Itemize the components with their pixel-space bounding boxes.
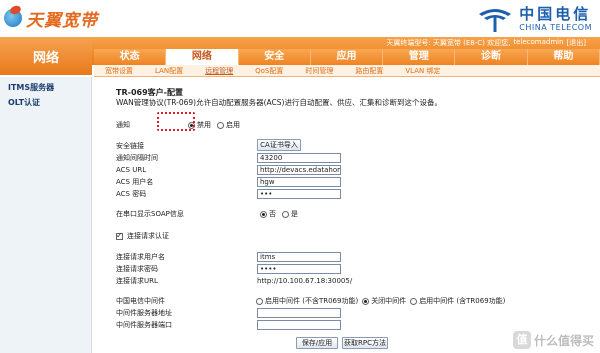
conn-pass-label: 连接请求密码 (116, 265, 158, 273)
mw-addr-label: 中间件服务器地址 (116, 309, 172, 317)
conn-auth-checkbox[interactable] (116, 231, 123, 240)
conn-url-value: http://10.100.67.18:30005/ (257, 277, 353, 285)
conn-url-row: 连接请求URL http://10.100.67.18:30005/ (116, 276, 352, 286)
acs-user-row: ACS 用户名 (116, 177, 256, 187)
mw-port-input[interactable] (257, 320, 341, 330)
subnav-qos[interactable]: QoS配置 (244, 65, 294, 77)
conn-pass-input[interactable]: •••• (257, 264, 341, 274)
watermark-badge: 值 (512, 331, 531, 349)
mw-addr-row: 中间件服务器地址 (116, 308, 256, 318)
subnav-remote-management[interactable]: 远程管理 (194, 65, 244, 77)
mw-port-label: 中间件服务器端口 (116, 321, 172, 329)
telecom-name-en: CHINA TELECOM (519, 22, 592, 32)
brand-logo-icon (4, 9, 22, 27)
subnav-routing[interactable]: 路由配置 (344, 65, 394, 77)
soap-yes-label: 是 (291, 210, 298, 218)
mw-enable-full-radio[interactable] (410, 297, 418, 305)
main-nav: 状态 网络 安全 应用 管理 诊断 帮助 (94, 49, 600, 65)
acs-pass-input[interactable]: ••• (257, 189, 341, 199)
nav-application[interactable]: 应用 (310, 49, 384, 65)
notify-disable-label: 禁用 (197, 121, 211, 129)
china-telecom-logo: 中国电信 CHINA TELECOM (475, 2, 592, 34)
interval-row: 通知间隔时间 (116, 153, 256, 163)
conn-pass-row: 连接请求密码 (116, 264, 256, 274)
telecom-name-cn: 中国电信 (519, 4, 592, 23)
watermark-text: 什么值得买 (533, 333, 594, 348)
mw-addr-input[interactable] (257, 308, 341, 318)
mw-port-row: 中间件服务器端口 (116, 320, 256, 330)
sub-nav: 宽带设置 LAN配置 远程管理 QoS配置 时间管理 路由配置 VLAN 绑定 (94, 65, 600, 77)
soap-no-radio[interactable] (260, 210, 267, 218)
page-description: WAN管理协议(TR-069)允许自动配置服务器(ACS)进行自动配置、供应、汇… (116, 98, 442, 107)
soap-yes-radio[interactable] (282, 210, 289, 218)
nav-status[interactable]: 状态 (94, 49, 167, 65)
acs-pass-label: ACS 密码 (116, 190, 147, 198)
conn-user-label: 连接请求用户名 (116, 253, 165, 261)
ca-import-button[interactable]: CA证书导入 (257, 139, 301, 151)
subnav-broadband[interactable]: 宽带设置 (94, 65, 144, 77)
get-rpc-methods-button[interactable]: 获取RPC方法 (342, 337, 388, 349)
acs-url-row: ACS URL (116, 165, 256, 175)
china-telecom-icon (475, 2, 515, 34)
mw-enable-option[interactable]: 启用中间件 (不含TR069功能) (256, 296, 358, 306)
current-user: telecomadmin (513, 38, 564, 46)
nav-security[interactable]: 安全 (238, 49, 311, 65)
sidebar: ITMS服务器 OLT认证 (0, 77, 92, 353)
notify-enable-label: 启用 (226, 121, 240, 129)
annotation-highlight (157, 112, 195, 131)
mw-disable-label: 关闭中间件 (371, 297, 407, 305)
device-info: 天翼终端型号: 天翼宽带 (E8-C) 欢迎您, telecomadmin [退… (386, 38, 586, 48)
conn-user-input[interactable]: itms (257, 252, 341, 262)
device-model-text: 天翼终端型号: 天翼宽带 (E8-C) 欢迎您, (386, 39, 511, 47)
mw-disable-option[interactable]: 关闭中间件 (362, 296, 406, 306)
subnav-time[interactable]: 时间管理 (294, 65, 344, 77)
soap-no-option[interactable]: 否 (260, 209, 276, 219)
section-title: 网络 (0, 37, 92, 75)
middleware-row: 中国电信中间件 启用中间件 (不含TR069功能) 关闭中间件 启用中间件 (含… (116, 296, 511, 306)
interval-label: 通知间隔时间 (116, 154, 158, 162)
mw-enable-label: 启用中间件 (不含TR069功能) (265, 297, 359, 305)
nav-help[interactable]: 帮助 (527, 49, 600, 65)
top-banner: 天翼宽带 中国电信 CHINA TELECOM (0, 0, 600, 37)
notify-label: 通知 (116, 121, 130, 129)
acs-user-input[interactable]: hgw (257, 177, 341, 187)
mw-enable-full-option[interactable]: 启用中间件 (含TR069功能) (410, 296, 505, 306)
conn-auth-row: 连接请求认证 (116, 231, 169, 241)
watermark: 值 什么值得买 (512, 331, 594, 349)
brand-name: 天翼宽带 (26, 10, 98, 31)
sidebar-item-itms[interactable]: ITMS服务器 (0, 80, 91, 95)
notify-enable-option[interactable]: 启用 (217, 120, 240, 130)
acs-user-label: ACS 用户名 (116, 178, 154, 186)
secure-link-row: 安全链接 (116, 141, 256, 151)
nav-network[interactable]: 网络 (166, 49, 239, 65)
acs-pass-row: ACS 密码 (116, 189, 256, 199)
conn-user-row: 连接请求用户名 (116, 252, 256, 262)
soap-row: 在串口显示SOAP信息 否 是 (116, 209, 304, 219)
interval-input[interactable]: 43200 (257, 153, 341, 163)
nav-diagnostics[interactable]: 诊断 (455, 49, 528, 65)
mw-disable-radio[interactable] (362, 297, 370, 305)
soap-yes-option[interactable]: 是 (282, 209, 298, 219)
mw-enable-full-label: 启用中间件 (含TR069功能) (419, 297, 506, 305)
conn-url-label: 连接请求URL (116, 277, 158, 285)
subnav-lan[interactable]: LAN配置 (144, 65, 194, 77)
notify-enable-radio[interactable] (217, 121, 224, 129)
soap-no-label: 否 (269, 210, 276, 218)
subnav-vlan-binding[interactable]: VLAN 绑定 (394, 65, 451, 77)
acs-url-label: ACS URL (116, 166, 147, 174)
brand-logo: 天翼宽带 (4, 6, 98, 31)
nav-management[interactable]: 管理 (383, 49, 456, 65)
middleware-label: 中国电信中间件 (116, 297, 165, 305)
acs-url-input[interactable]: http://devacs.edatahome.c (257, 165, 341, 175)
logout-link[interactable]: [退出] (567, 38, 586, 48)
save-apply-button[interactable]: 保存/应用 (296, 337, 338, 349)
secure-link-label: 安全链接 (116, 142, 144, 150)
mw-enable-radio[interactable] (256, 297, 263, 305)
conn-auth-label: 连接请求认证 (127, 232, 169, 240)
sidebar-item-olt[interactable]: OLT认证 (0, 95, 91, 110)
soap-label: 在串口显示SOAP信息 (116, 210, 184, 218)
